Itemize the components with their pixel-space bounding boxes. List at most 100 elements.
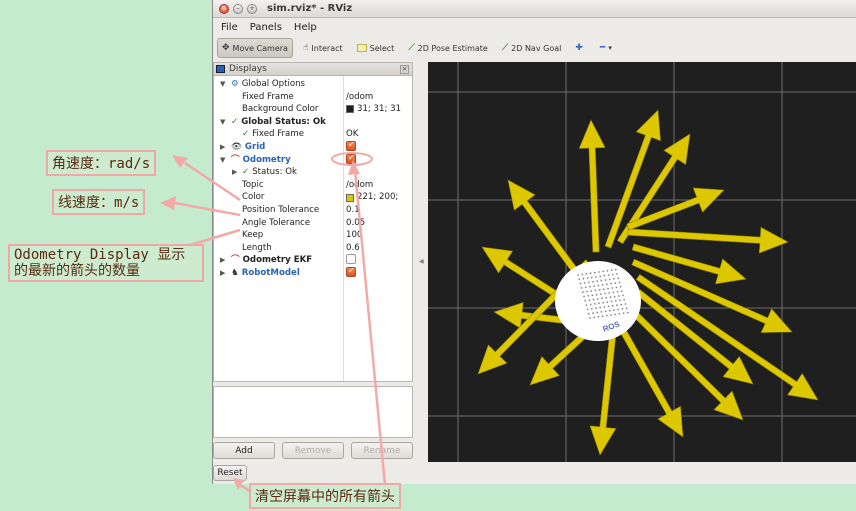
panel-close-icon[interactable]: × xyxy=(400,64,409,74)
odometry-arrows xyxy=(477,109,819,456)
robot-hole xyxy=(604,310,607,313)
expand-right-icon[interactable]: ▶ xyxy=(232,166,237,179)
tree-row-background-color[interactable]: Background Color 31; 31; 31 xyxy=(214,103,412,116)
tree-row-keep[interactable]: Keep 100 xyxy=(214,229,412,242)
fixed-frame-value[interactable]: /odom xyxy=(346,91,373,104)
displays-tree: ▼ ⚙ Global Options Fixed Frame /odom Back… xyxy=(213,76,413,382)
robot-hole xyxy=(613,295,616,298)
robot-hole xyxy=(617,277,620,280)
robot-hole xyxy=(619,299,621,302)
color-value[interactable]: 221; 200; xyxy=(357,191,398,204)
expand-right-icon[interactable]: ▶ xyxy=(220,141,225,154)
reset-button[interactable]: Reset xyxy=(213,465,247,481)
expand-down-icon[interactable]: ▼ xyxy=(220,116,225,129)
rename-button[interactable]: Rename xyxy=(351,442,413,459)
scene-canvas: ROS xyxy=(428,62,856,462)
pose-estimate-tool[interactable]: ⟋ 2D Pose Estimate xyxy=(404,38,492,58)
tree-row-grid[interactable]: ▶ 👁 Grid xyxy=(214,139,412,154)
nav-goal-label: 2D Nav Goal xyxy=(511,43,562,53)
remove-tool-button[interactable]: ━ ▾ xyxy=(596,38,616,58)
background-swatch[interactable] xyxy=(346,105,354,114)
robot-model-checkbox[interactable] xyxy=(346,265,356,278)
robot-hole xyxy=(617,295,620,297)
tree-row-global-options[interactable]: ▼ ⚙ Global Options xyxy=(214,78,412,91)
tree-row-odometry[interactable]: ▼ ⌒ Odometry xyxy=(214,152,412,167)
remove-button[interactable]: Remove xyxy=(282,442,344,459)
robot-hole xyxy=(604,292,606,295)
topic-value[interactable]: /odom xyxy=(346,179,373,192)
tree-row-position-tolerance[interactable]: Position Tolerance 0.1 xyxy=(214,204,412,217)
robot-hole xyxy=(619,285,622,288)
robot-hole xyxy=(610,269,613,272)
robot-hole xyxy=(614,313,617,316)
topic-label: Topic xyxy=(242,179,264,190)
background-color-value[interactable]: 31; 31; 31 xyxy=(357,103,401,116)
robot-hole xyxy=(611,304,614,307)
position-tolerance-value[interactable]: 0.1 xyxy=(346,204,360,217)
status-fixed-frame-label: Fixed Frame xyxy=(252,129,304,140)
robot-hole xyxy=(595,293,598,296)
robot-hole xyxy=(593,285,596,287)
length-value[interactable]: 0.6 xyxy=(346,242,360,255)
robot-hole xyxy=(599,275,602,278)
grid-checkbox[interactable] xyxy=(346,139,356,152)
collapse-left-icon[interactable]: ◀ xyxy=(419,258,424,265)
robot-hole xyxy=(593,271,596,274)
robot-hole xyxy=(599,306,602,309)
move-camera-label: Move Camera xyxy=(232,43,288,53)
odometry-ekf-checkbox[interactable] xyxy=(346,254,356,265)
maximize-window-button[interactable]: + xyxy=(247,3,257,14)
minimize-window-button[interactable]: – xyxy=(233,3,243,14)
fixed-frame-label: Fixed Frame xyxy=(242,91,294,102)
tree-row-robot-model[interactable]: ▶ ♞ RobotModel xyxy=(214,265,412,280)
tree-row-odometry-ekf[interactable]: ▶ ⌒ Odometry EKF xyxy=(214,254,412,267)
note-linear-velocity: 线速度：m/s xyxy=(52,189,146,215)
nav-goal-tool[interactable]: ⟋ 2D Nav Goal xyxy=(498,38,566,58)
displays-panel: Displays × ▼ ⚙ Global Options Fixed Frame… xyxy=(213,62,413,465)
robot-hole xyxy=(605,314,608,317)
tree-row-angle-tolerance[interactable]: Angle Tolerance 0.05 xyxy=(214,217,412,230)
tree-row-status-fixed-frame[interactable]: ✓ Fixed Frame OK xyxy=(214,128,412,141)
tree-row-global-status[interactable]: ▼ ✓ Global Status: Ok xyxy=(214,116,412,129)
robot-hole xyxy=(614,282,617,284)
odometry-checkbox[interactable] xyxy=(346,152,356,164)
menu-panels[interactable]: Panels xyxy=(250,22,282,33)
tree-row-length[interactable]: Length 0.6 xyxy=(214,242,412,255)
add-button[interactable]: Add xyxy=(213,442,275,459)
angle-tolerance-value[interactable]: 0.05 xyxy=(346,217,365,230)
tree-row-color[interactable]: Color 221; 200; xyxy=(214,191,412,204)
robot-hole xyxy=(586,290,588,293)
color-swatch[interactable] xyxy=(346,193,354,202)
expand-down-icon[interactable]: ▼ xyxy=(220,78,225,91)
robot-hole xyxy=(601,284,604,286)
robot-hole xyxy=(618,312,621,315)
menu-file[interactable]: File xyxy=(221,22,238,33)
robot-hole xyxy=(585,304,588,306)
tree-row-status-ok[interactable]: ▶ ✓ Status: Ok xyxy=(214,166,412,179)
robot-hole xyxy=(589,272,592,275)
tree-row-fixed-frame[interactable]: Fixed Frame /odom xyxy=(214,91,412,104)
robot-hole xyxy=(623,298,626,301)
odometry-ekf-label: Odometry EKF xyxy=(242,255,313,266)
background-color-label: Background Color xyxy=(242,104,319,115)
hand-icon: ☝ xyxy=(302,43,309,53)
add-tool-button[interactable]: ✚ xyxy=(571,38,590,58)
displays-title: Displays xyxy=(229,64,267,74)
robot-hole xyxy=(624,303,627,305)
move-camera-tool[interactable]: ✥ Move Camera xyxy=(217,38,293,58)
menu-help[interactable]: Help xyxy=(294,22,317,33)
interact-tool[interactable]: ☝ Interact xyxy=(299,38,347,58)
expand-right-icon[interactable]: ▶ xyxy=(220,267,225,280)
render-viewport[interactable]: ROS xyxy=(428,62,856,462)
robot-hole xyxy=(583,295,585,298)
expand-right-icon[interactable]: ▶ xyxy=(220,254,225,267)
keep-value[interactable]: 100 xyxy=(346,229,362,242)
odometry-arrow xyxy=(578,119,606,253)
robot-hole xyxy=(600,279,603,282)
expand-down-icon[interactable]: ▼ xyxy=(220,154,225,167)
close-window-button[interactable]: × xyxy=(219,3,229,14)
robot-hole xyxy=(600,311,603,313)
tree-row-topic[interactable]: Topic /odom xyxy=(214,179,412,192)
robot-hole xyxy=(587,281,590,284)
select-tool[interactable]: Select xyxy=(353,38,399,58)
